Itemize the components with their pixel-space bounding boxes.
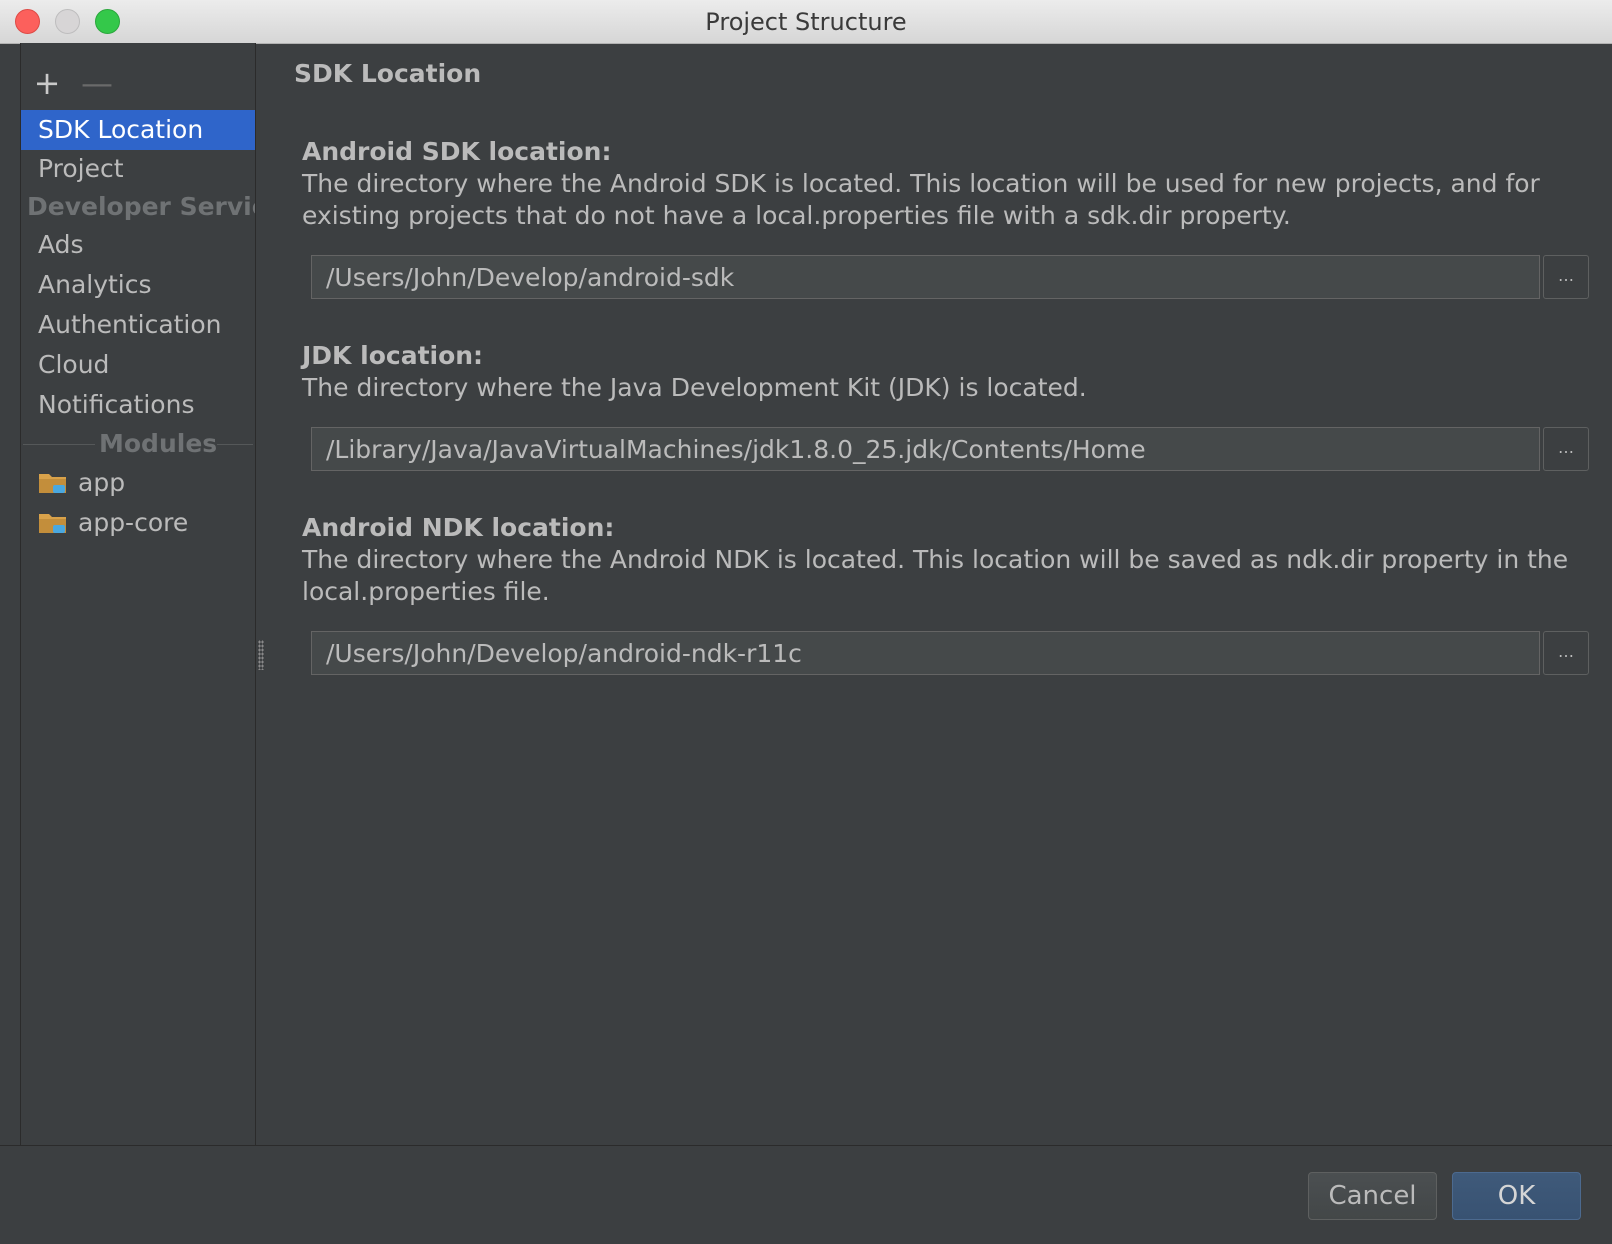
ok-button[interactable]: OK xyxy=(1452,1172,1581,1220)
sidebar-toolbar: + — xyxy=(21,63,255,103)
android-ndk-path-input[interactable] xyxy=(311,631,1540,675)
jdk-description: The directory where the Java Development… xyxy=(302,373,1087,402)
main-panel: SDK Location Android SDK location: The d… xyxy=(254,43,1612,1145)
separator-line xyxy=(23,444,95,445)
project-structure-window: Project Structure + — SDK Location Proje… xyxy=(0,0,1612,1244)
android-ndk-title: Android NDK location: xyxy=(302,513,615,542)
android-sdk-title: Android SDK location: xyxy=(302,137,612,166)
page-title: SDK Location xyxy=(294,59,482,88)
jdk-path-input[interactable] xyxy=(311,427,1540,471)
sidebar-item-module-app-core[interactable]: app-core xyxy=(21,503,255,543)
developer-services-header: Developer Servic xyxy=(27,192,255,221)
sidebar-item-module-app[interactable]: app xyxy=(21,463,255,503)
module-folder-icon xyxy=(39,474,66,493)
title-bar: Project Structure xyxy=(0,0,1612,44)
sidebar-item-sdk-location[interactable]: SDK Location xyxy=(21,110,255,150)
cancel-button[interactable]: Cancel xyxy=(1308,1172,1437,1220)
jdk-browse-button[interactable]: … xyxy=(1543,427,1589,471)
module-folder-icon xyxy=(39,514,66,533)
jdk-title: JDK location: xyxy=(302,341,484,370)
sidebar-item-ads[interactable]: Ads xyxy=(21,225,255,265)
android-ndk-browse-button[interactable]: … xyxy=(1543,631,1589,675)
android-sdk-description: The directory where the Android SDK is l… xyxy=(302,169,1540,230)
sidebar-item-authentication[interactable]: Authentication xyxy=(21,305,255,345)
sidebar-item-project[interactable]: Project xyxy=(21,149,255,189)
android-sdk-browse-button[interactable]: … xyxy=(1543,255,1589,299)
sidebar-item-analytics[interactable]: Analytics xyxy=(21,265,255,305)
module-label: app-core xyxy=(78,508,189,537)
modules-separator: Modules xyxy=(23,424,253,464)
bottom-divider xyxy=(0,1145,1612,1146)
modules-header: Modules xyxy=(99,429,218,458)
add-icon[interactable]: + xyxy=(29,63,65,103)
separator-line xyxy=(217,444,253,445)
sidebar-item-notifications[interactable]: Notifications xyxy=(21,385,255,425)
android-sdk-path-input[interactable] xyxy=(311,255,1540,299)
remove-icon[interactable]: — xyxy=(79,63,115,103)
sidebar: + — SDK Location Project Developer Servi… xyxy=(20,43,256,1145)
sidebar-item-cloud[interactable]: Cloud xyxy=(21,345,255,385)
window-title: Project Structure xyxy=(705,8,907,36)
module-label: app xyxy=(78,468,126,497)
android-ndk-description: The directory where the Android NDK is l… xyxy=(302,545,1569,606)
